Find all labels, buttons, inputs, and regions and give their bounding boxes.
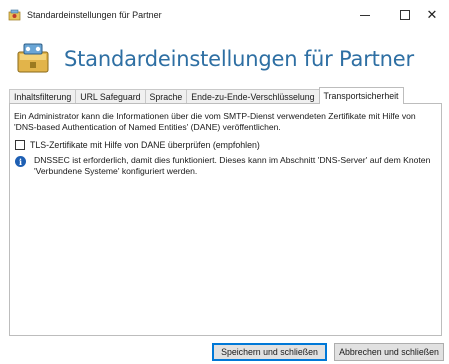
dnssec-info: i DNSSEC ist erforderlich, damit dies fu… <box>15 155 435 177</box>
save-and-close-button[interactable]: Speichern und schließen <box>212 343 327 361</box>
tab-transportsicherheit[interactable]: Transportsicherheit <box>318 87 404 104</box>
dialog-footer: Speichern und schließen Abbrechen und sc… <box>0 336 449 364</box>
info-icon: i <box>15 156 26 167</box>
minimize-button[interactable] <box>345 0 385 30</box>
tab-bar: Inhaltsfilterung URL Safeguard Sprache E… <box>9 87 404 104</box>
info-text: DNSSEC ist erforderlich, damit dies funk… <box>34 155 431 176</box>
close-icon: ✕ <box>426 7 438 22</box>
tab-ende-zu-ende-verschluesselung[interactable]: Ende-zu-Ende-Verschlüsselung <box>186 89 320 104</box>
partner-settings-icon <box>17 43 49 73</box>
minimize-icon <box>360 14 370 16</box>
window-title: Standardeinstellungen für Partner <box>27 10 162 20</box>
tab-url-safeguard[interactable]: URL Safeguard <box>75 89 146 104</box>
description-text: Ein Administrator kann die Informationen… <box>14 111 416 132</box>
maximize-icon <box>400 10 410 20</box>
app-icon <box>8 9 21 21</box>
tab-sprache[interactable]: Sprache <box>144 89 188 104</box>
dane-checkbox-label[interactable]: TLS-Zertifikate mit Hilfe von DANE überp… <box>30 140 260 150</box>
title-bar: Standardeinstellungen für Partner ✕ <box>0 0 449 30</box>
dane-checkbox[interactable] <box>15 140 25 150</box>
tab-inhaltsfilterung[interactable]: Inhaltsfilterung <box>9 89 77 104</box>
tab-content-panel: Ein Administrator kann die Informationen… <box>9 103 442 336</box>
dane-checkbox-row[interactable]: TLS-Zertifikate mit Hilfe von DANE überp… <box>15 140 260 150</box>
close-button[interactable]: ✕ <box>412 0 449 30</box>
page-title: Standardeinstellungen für Partner <box>64 47 414 71</box>
cancel-and-close-button[interactable]: Abbrechen und schließen <box>334 343 444 361</box>
dialog-header: Standardeinstellungen für Partner <box>0 30 449 90</box>
